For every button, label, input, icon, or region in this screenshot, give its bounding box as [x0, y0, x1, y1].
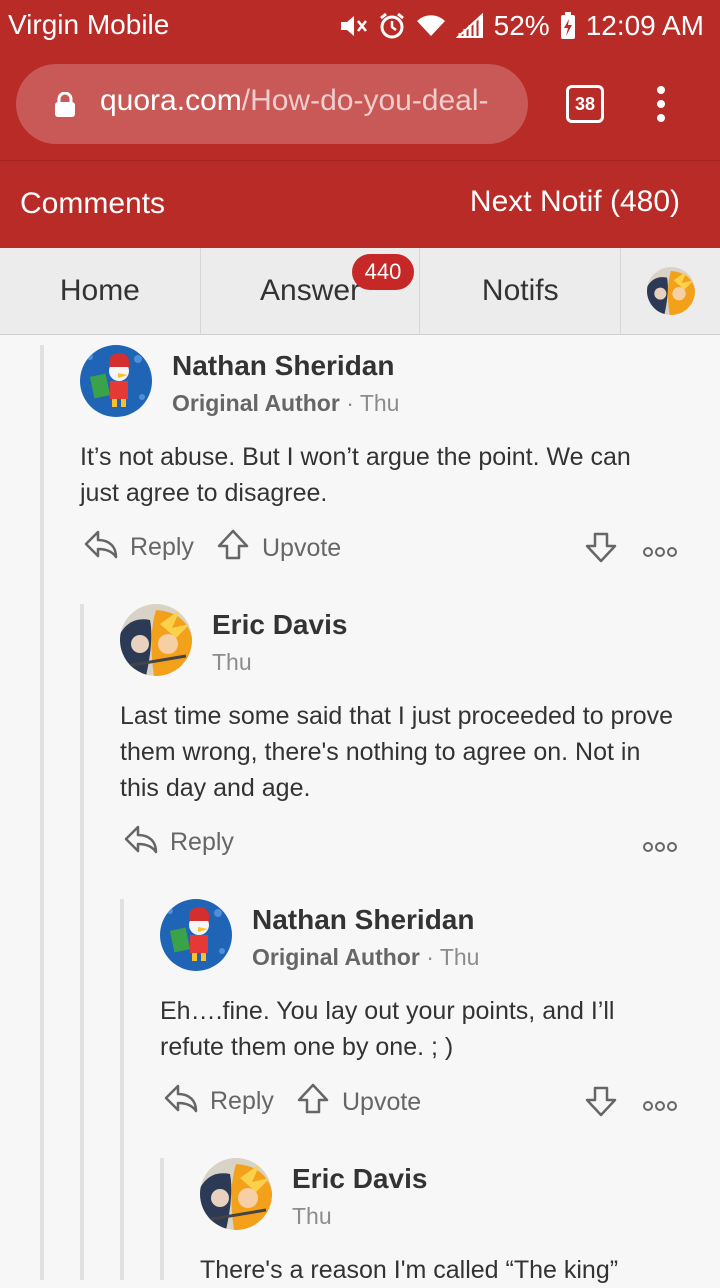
reply-icon: [84, 529, 118, 566]
clock: 12:09 AM: [585, 10, 704, 41]
reply-label: Reply: [170, 828, 234, 856]
profile-avatar: [646, 267, 695, 315]
comment-text: It’s not abuse. But I won’t argue the po…: [80, 443, 631, 507]
upvote-label: Upvote: [262, 534, 342, 562]
lock-icon: [54, 91, 76, 123]
reply-icon: [164, 1083, 198, 1120]
url-domain: quora.com: [100, 84, 242, 117]
comment-text: Eh….fine. You lay out your points, and I…: [160, 997, 615, 1061]
reply-button[interactable]: Reply: [84, 529, 194, 566]
downvote-icon: [584, 1085, 618, 1124]
address-bar[interactable]: quora.com/How-do-you-deal-: [16, 64, 528, 144]
author-avatar[interactable]: [120, 604, 192, 676]
upvote-icon: [216, 529, 250, 568]
tab-switcher-button[interactable]: 38: [566, 85, 604, 123]
wifi-icon: [416, 14, 446, 38]
battery-percent: 52%: [493, 10, 550, 41]
author-name[interactable]: Eric Davis: [292, 1163, 427, 1195]
reply-icon: [124, 824, 158, 861]
mute-icon: [338, 13, 368, 39]
comment-time: Thu: [292, 1203, 332, 1229]
comment-meta: Original Author · Thu: [252, 944, 479, 971]
comment-text: Last time some said that I just proceede…: [120, 702, 674, 802]
url-text: quora.com/How-do-you-deal-: [100, 84, 510, 118]
thread-line-level-3: [120, 899, 124, 1280]
downvote-button[interactable]: [584, 531, 618, 570]
reply-label: Reply: [130, 533, 194, 561]
comment-text: There's a reason I'm called “The king”: [200, 1256, 619, 1284]
signal-icon: [455, 13, 484, 39]
comment-time: · Thu: [426, 944, 480, 970]
alarm-icon: [378, 12, 406, 40]
upvote-button[interactable]: Upvote: [296, 1083, 421, 1122]
downvote-button[interactable]: [584, 1085, 618, 1124]
author-avatar[interactable]: [160, 899, 232, 971]
thread-line-level-4: [160, 1158, 164, 1280]
reply-button[interactable]: Reply: [164, 1083, 274, 1120]
status-bar: Virgin Mobile 52% 12:09 AM: [0, 0, 720, 52]
reply-button[interactable]: Reply: [124, 824, 234, 861]
author-name[interactable]: Nathan Sheridan: [252, 904, 474, 936]
author-role: Original Author: [252, 944, 420, 970]
comments-title: Comments: [20, 187, 166, 220]
thread-line-level-1: [40, 345, 44, 1280]
reply-label: Reply: [210, 1087, 274, 1115]
url-path: /How-do-you-deal-: [241, 84, 489, 117]
author-avatar[interactable]: [80, 345, 152, 417]
more-dots-icon: [642, 537, 678, 566]
more-options-button[interactable]: [642, 1091, 678, 1120]
answer-count-badge: 440: [352, 254, 414, 290]
upvote-button[interactable]: Upvote: [216, 529, 341, 568]
comments-header: Comments Next Notif (480): [0, 160, 720, 249]
status-indicators: 52% 12:09 AM: [338, 6, 704, 46]
browser-menu-button[interactable]: [654, 86, 668, 126]
more-dots-icon: [642, 1091, 678, 1120]
nav-notifs[interactable]: Notifs: [420, 248, 622, 334]
author-role: Original Author: [172, 390, 340, 416]
more-options-button[interactable]: [642, 537, 678, 566]
nav-home[interactable]: Home: [0, 248, 201, 334]
upvote-icon: [296, 1083, 330, 1122]
comment-meta: Original Author · Thu: [172, 390, 399, 417]
author-name[interactable]: Eric Davis: [212, 609, 347, 641]
thread-line-level-2: [80, 604, 84, 1280]
carrier-name: Virgin Mobile: [8, 9, 170, 40]
battery-charging-icon: [560, 12, 576, 40]
browser-toolbar: quora.com/How-do-you-deal- 38: [0, 52, 720, 160]
more-options-button[interactable]: [642, 832, 678, 861]
next-notif-link[interactable]: Next Notif (480): [470, 185, 680, 219]
author-name[interactable]: Nathan Sheridan: [172, 350, 394, 382]
comment-time: · Thu: [346, 390, 400, 416]
nav-profile[interactable]: [621, 248, 720, 334]
author-avatar[interactable]: [200, 1158, 272, 1230]
upvote-label: Upvote: [342, 1088, 422, 1116]
downvote-icon: [584, 531, 618, 570]
comment-time: Thu: [212, 649, 252, 675]
more-dots-icon: [642, 832, 678, 861]
